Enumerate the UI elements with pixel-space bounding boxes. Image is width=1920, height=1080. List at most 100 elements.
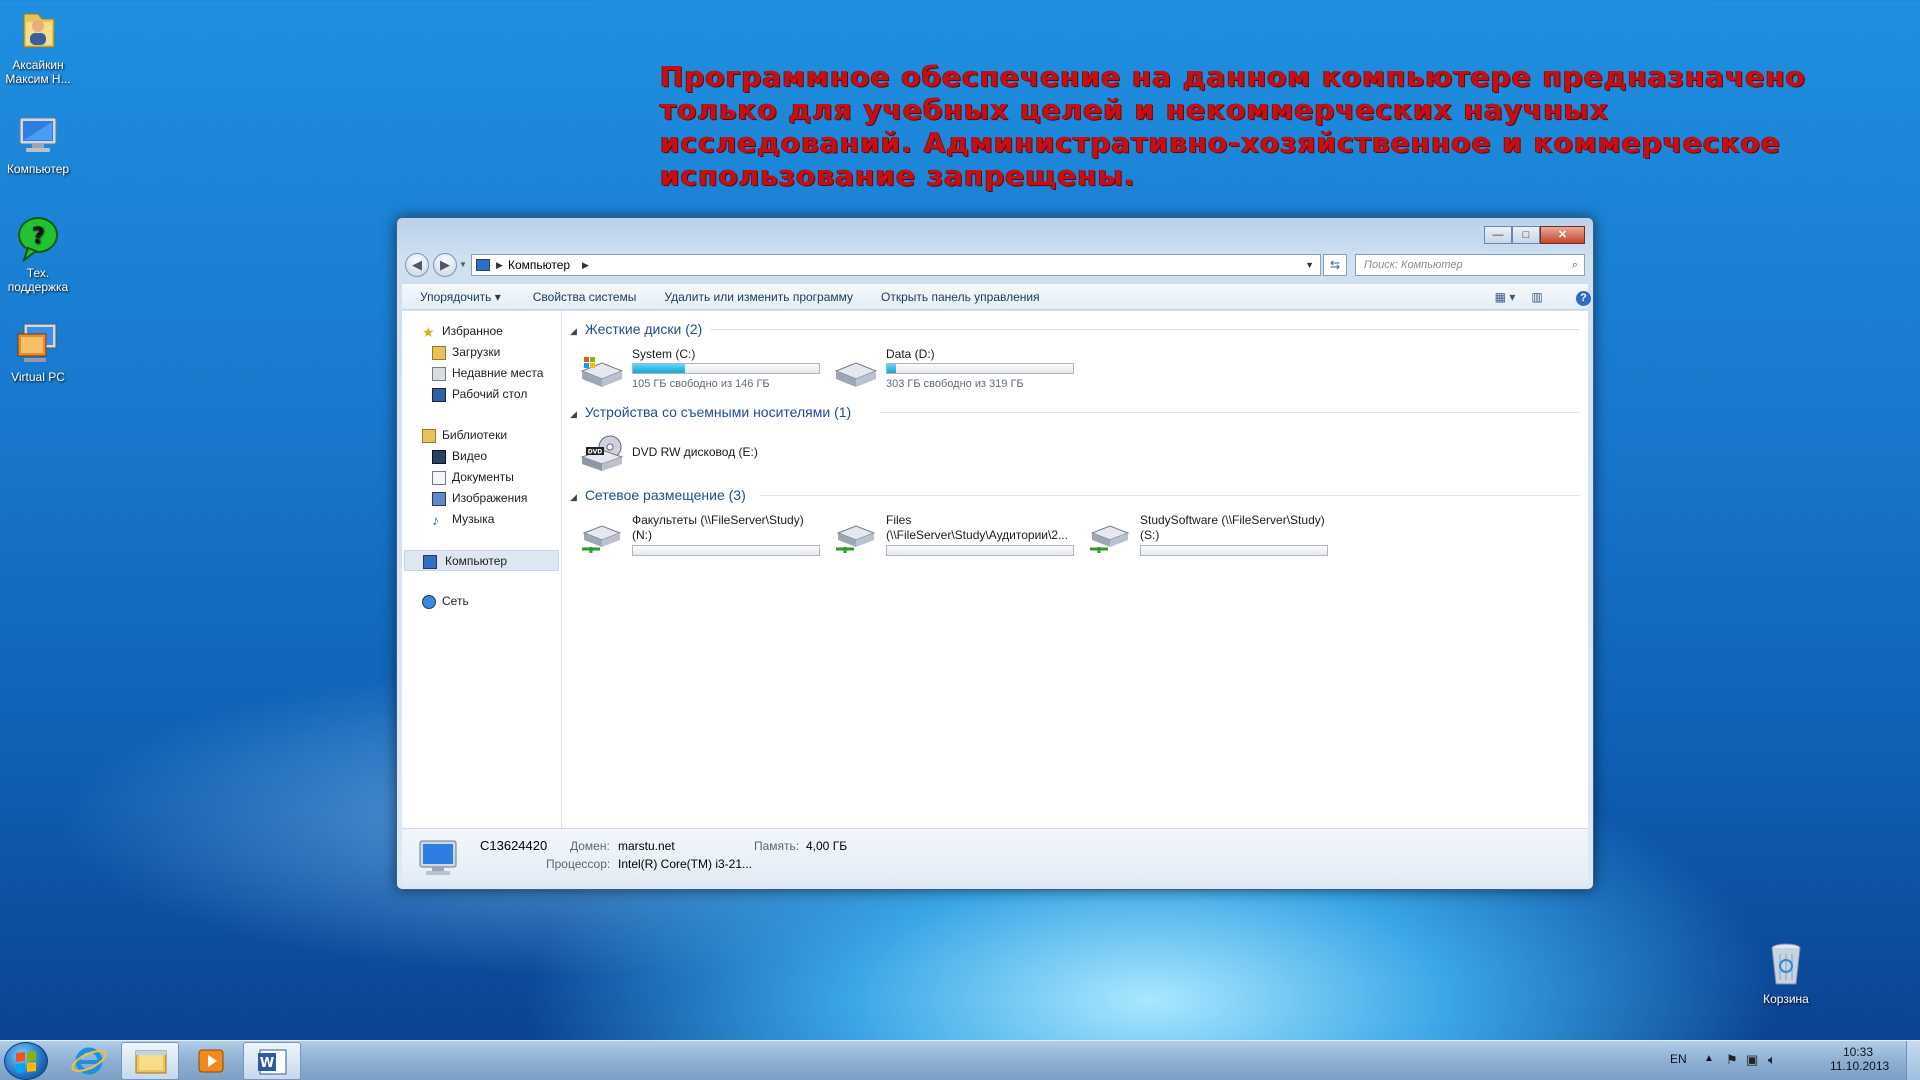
search-icon[interactable]: ⌕ xyxy=(1572,255,1578,275)
sidebar-item-computer[interactable]: Компьютер xyxy=(404,550,559,571)
change-view-icon[interactable]: ▦ ▾ xyxy=(1494,288,1516,306)
sidebar-label: Рабочий стол xyxy=(452,387,528,401)
close-button[interactable]: ✕ xyxy=(1540,226,1585,244)
group-hard-disks[interactable]: ◢ Жесткие диски (2) xyxy=(570,319,1580,339)
desktop-icon-user-folder[interactable]: Аксайкин Максим Н... xyxy=(0,6,76,86)
recent-places-icon xyxy=(432,367,446,381)
show-hidden-icons[interactable]: ▲ xyxy=(1704,1053,1714,1064)
drive-c[interactable]: System (C:) 105 ГБ свободно из 146 ГБ xyxy=(580,347,830,391)
desktop-icon-recycle-bin[interactable]: Корзина xyxy=(1748,940,1824,1006)
dvd-drive-icon: DVD xyxy=(580,435,624,473)
collapse-arrow-icon[interactable]: ◢ xyxy=(570,492,577,502)
domain-value: marstu.net xyxy=(618,839,675,853)
back-button[interactable]: ◀ xyxy=(405,253,429,277)
start-button[interactable] xyxy=(4,1042,48,1080)
control-panel-button[interactable]: Открыть панель управления xyxy=(881,290,1040,304)
network-drive-icon xyxy=(580,517,624,555)
usage-bar xyxy=(886,363,1074,374)
group-removable[interactable]: ◢ Устройства со съемными носителями (1) xyxy=(570,402,1580,422)
sidebar-item-images[interactable]: Изображения xyxy=(402,488,561,509)
taskbar-media-player[interactable] xyxy=(182,1042,240,1080)
computer-icon xyxy=(416,839,460,877)
breadcrumb-computer[interactable]: Компьютер xyxy=(508,255,570,275)
sidebar-label: Сеть xyxy=(442,594,469,608)
notice-line: исследований. Административно-хозяйствен… xyxy=(660,126,1781,159)
network-drive-s[interactable]: StudySoftware (\\FileServer\Study) (S:) xyxy=(1088,513,1338,557)
sidebar-item-recent[interactable]: Недавние места xyxy=(402,363,561,384)
back-arrow-icon: ◀ xyxy=(412,257,422,272)
language-indicator[interactable]: EN xyxy=(1670,1052,1687,1066)
search-placeholder: Поиск: Компьютер xyxy=(1364,259,1463,271)
sidebar-item-libraries[interactable]: Библиотеки xyxy=(402,425,561,446)
sidebar-item-video[interactable]: Видео xyxy=(402,446,561,467)
view-controls: ▦ ▾ ▥ ? xyxy=(1494,288,1591,306)
desktop-icon-virtual-pc[interactable]: Virtual PC xyxy=(0,318,76,384)
sidebar-item-desktop[interactable]: Рабочий стол xyxy=(402,384,561,405)
computer-small-icon xyxy=(423,555,437,569)
memory-label: Память: xyxy=(754,839,800,853)
desktop-icon-help[interactable]: ? Тех. поддержка xyxy=(0,214,76,294)
taskbar: W EN ▲ ⚑ ▣ 🔈︎ 10:33 11.10.2013 xyxy=(0,1040,1920,1080)
virtual-pc-icon xyxy=(14,318,62,366)
show-desktop-button[interactable] xyxy=(1906,1041,1920,1080)
usage-bar xyxy=(886,545,1074,556)
sidebar-item-network[interactable]: Сеть xyxy=(402,591,561,612)
chevron-right-icon[interactable]: ▶ xyxy=(582,255,589,275)
sidebar-item-documents[interactable]: Документы xyxy=(402,467,561,488)
group-title: Устройства со съемными носителями (1) xyxy=(584,404,852,420)
refresh-button[interactable]: ⇆ xyxy=(1323,254,1347,276)
sidebar-label: Музыка xyxy=(452,512,495,526)
address-bar[interactable]: ▶ Компьютер ▶ ▼ xyxy=(471,254,1321,276)
network-status-icon[interactable]: ▣ xyxy=(1746,1052,1758,1068)
software-notice: Программное обеспечение на данном компью… xyxy=(660,60,1900,192)
downloads-folder-icon xyxy=(432,346,446,360)
computer-icon xyxy=(14,110,62,158)
network-drive-icon xyxy=(834,517,878,555)
sidebar-item-favorites[interactable]: ★ Избранное xyxy=(402,321,561,342)
usage-bar xyxy=(632,545,820,556)
minimize-button[interactable]: — xyxy=(1484,226,1512,244)
drive-e[interactable]: DVD DVD RW дисковод (E:) xyxy=(580,431,830,475)
windows-logo-icon xyxy=(16,1051,36,1073)
cpu-value: Intel(R) Core(TM) i3-21... xyxy=(618,857,753,871)
collapse-arrow-icon[interactable]: ◢ xyxy=(570,409,577,419)
sidebar-label: Видео xyxy=(452,449,488,463)
network-drive-files[interactable]: Files (\\FileServer\Study\Аудитории\2... xyxy=(834,513,1084,557)
search-input[interactable]: Поиск: Компьютер ⌕ xyxy=(1355,254,1585,276)
folder-icon xyxy=(135,1050,167,1074)
uninstall-program-button[interactable]: Удалить или изменить программу xyxy=(664,290,853,304)
chevron-down-icon[interactable]: ▼ xyxy=(1305,255,1314,275)
sidebar-item-music[interactable]: ♪ Музыка xyxy=(402,509,561,530)
forward-button[interactable]: ▶ xyxy=(433,253,457,277)
preview-pane-icon[interactable]: ▥ xyxy=(1526,288,1548,306)
collapse-arrow-icon[interactable]: ◢ xyxy=(570,326,577,336)
sidebar-item-downloads[interactable]: Загрузки xyxy=(402,342,561,363)
volume-muted-icon[interactable]: 🔈︎ xyxy=(1768,1052,1776,1068)
explorer-body: ★ Избранное Загрузки Недавние места Рабоч… xyxy=(402,310,1588,884)
sidebar-label: Изображения xyxy=(452,491,528,505)
desktop-icon-computer[interactable]: Компьютер xyxy=(0,110,76,176)
documents-icon xyxy=(432,471,446,485)
group-title: Жесткие диски (2) xyxy=(584,321,703,337)
taskbar-internet-explorer[interactable] xyxy=(60,1042,118,1080)
system-properties-button[interactable]: Свойства системы xyxy=(533,290,637,304)
drive-d[interactable]: Data (D:) 303 ГБ свободно из 319 ГБ xyxy=(834,347,1084,391)
help-button-icon[interactable]: ? xyxy=(1558,288,1591,306)
sidebar-label: Недавние места xyxy=(452,366,544,380)
maximize-button[interactable]: □ xyxy=(1512,226,1540,244)
group-network[interactable]: ◢ Сетевое размещение (3) xyxy=(570,485,1580,505)
icon-label: Аксайкин xyxy=(12,58,64,72)
recent-pages-dropdown-icon[interactable]: ▼ xyxy=(459,260,467,269)
chevron-right-icon[interactable]: ▶ xyxy=(496,255,503,275)
organize-button[interactable]: Упорядочить ▾ xyxy=(420,290,501,304)
network-drive-n[interactable]: Факультеты (\\FileServer\Study) (N:) xyxy=(580,513,830,557)
taskbar-explorer[interactable] xyxy=(121,1042,179,1080)
taskbar-word[interactable]: W xyxy=(243,1042,301,1080)
svg-text:DVD: DVD xyxy=(588,449,603,456)
drive-free-space: 303 ГБ свободно из 319 ГБ xyxy=(886,378,1024,390)
clock[interactable]: 10:33 11.10.2013 xyxy=(1830,1045,1889,1073)
user-folder-icon xyxy=(14,6,62,54)
action-center-flag-icon[interactable]: ⚑ xyxy=(1726,1052,1738,1068)
drive-name: Факультеты (\\FileServer\Study) (N:) xyxy=(632,513,804,542)
computer-small-icon xyxy=(476,259,490,271)
